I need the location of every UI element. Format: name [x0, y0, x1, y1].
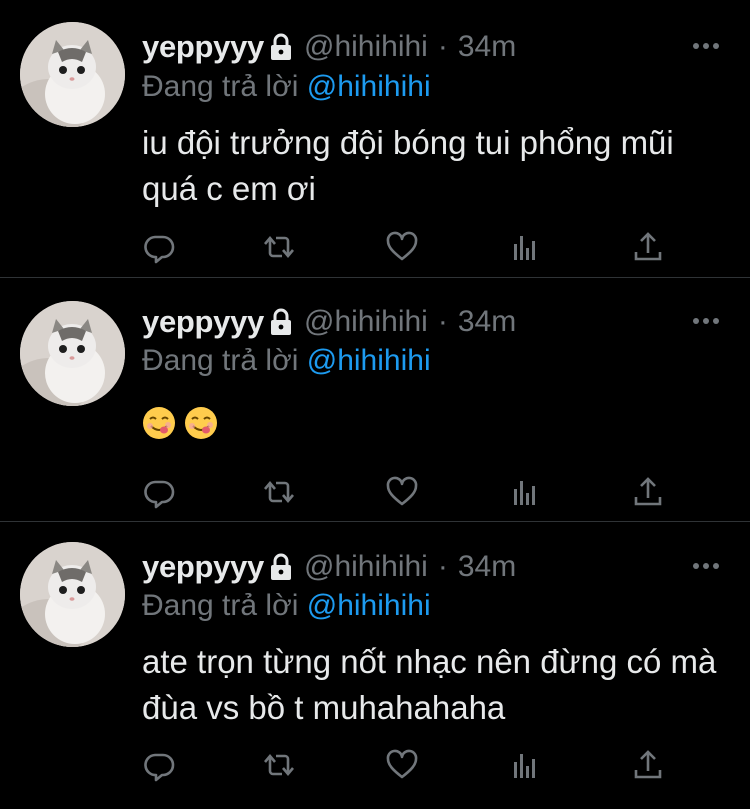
separator: ·: [437, 550, 448, 583]
username[interactable]: @hihihihi: [304, 550, 428, 584]
replying-to-handle[interactable]: @hihihihi: [307, 70, 431, 103]
avatar[interactable]: [20, 22, 125, 127]
separator: ·: [437, 305, 448, 338]
replying-to: Đang trả lời @hihihihi: [142, 344, 431, 378]
lock-icon: [270, 33, 291, 60]
reply-button[interactable]: [142, 748, 176, 782]
timestamp[interactable]: 34m: [458, 305, 516, 339]
share-icon: [634, 232, 662, 261]
analytics-icon: [514, 236, 535, 260]
replying-to-label: Đang trả lời: [142, 70, 299, 103]
lock-icon: [270, 308, 291, 335]
replying-to-handle[interactable]: @hihihihi: [307, 344, 431, 377]
retweet-icon: [264, 480, 294, 504]
avatar[interactable]: [20, 301, 125, 406]
share-icon: [634, 750, 662, 779]
heart-icon: [386, 476, 418, 506]
retweet-icon: [264, 235, 294, 259]
replying-to: Đang trả lời @hihihihi: [142, 589, 431, 623]
timestamp[interactable]: 34m: [458, 550, 516, 584]
username[interactable]: @hihihihi: [304, 305, 428, 339]
retweet-button[interactable]: [262, 230, 296, 264]
views-button[interactable]: [508, 748, 542, 782]
analytics-icon: [514, 481, 535, 505]
retweet-icon: [264, 753, 294, 777]
like-button[interactable]: [385, 230, 419, 264]
action-bar: [142, 748, 662, 782]
display-name[interactable]: yeppyyy: [142, 29, 264, 65]
views-button[interactable]: [508, 475, 542, 509]
replying-to-label: Đang trả lời: [142, 344, 299, 377]
tweet[interactable]: yeppyyy @hihihihi · 34m Đang trả lời @hi…: [0, 278, 750, 522]
retweet-button[interactable]: [262, 475, 296, 509]
tweet[interactable]: yeppyyy @hihihihi · 34m Đang trả lời @hi…: [0, 0, 750, 278]
yum-face-emoji: [185, 407, 217, 439]
action-bar: [142, 475, 662, 509]
tweet-text: ate trọn từng nốt nhạc nên đừng có mà đù…: [142, 643, 717, 726]
more-horizontal-icon[interactable]: [692, 562, 720, 570]
tweet-header: yeppyyy @hihihihi · 34m: [142, 302, 516, 342]
heart-icon: [386, 749, 418, 779]
reply-icon: [144, 753, 175, 782]
tweet-text: iu đội trưởng đội bóng tui phổng mũi quá…: [142, 124, 674, 207]
lock-icon: [270, 553, 291, 580]
like-button[interactable]: [385, 748, 419, 782]
reply-icon: [144, 235, 175, 264]
separator: ·: [437, 30, 448, 63]
retweet-button[interactable]: [262, 748, 296, 782]
replying-to-label: Đang trả lời: [142, 589, 299, 622]
display-name[interactable]: yeppyyy: [142, 549, 264, 585]
tweet-header: yeppyyy @hihihihi · 34m: [142, 547, 516, 587]
heart-icon: [386, 231, 418, 261]
yum-face-emoji: [143, 407, 175, 439]
action-bar: [142, 230, 662, 264]
analytics-icon: [514, 754, 535, 778]
share-button[interactable]: [631, 230, 665, 264]
replying-to-handle[interactable]: @hihihihi: [307, 589, 431, 622]
reply-button[interactable]: [142, 230, 176, 264]
like-button[interactable]: [385, 475, 419, 509]
username[interactable]: @hihihihi: [304, 30, 428, 64]
share-button[interactable]: [631, 475, 665, 509]
more-horizontal-icon[interactable]: [692, 42, 720, 50]
avatar[interactable]: [20, 542, 125, 647]
more-horizontal-icon[interactable]: [692, 317, 720, 325]
views-button[interactable]: [508, 230, 542, 264]
tweet[interactable]: yeppyyy @hihihihi · 34m Đang trả lời @hi…: [0, 522, 750, 809]
timestamp[interactable]: 34m: [458, 30, 516, 64]
share-icon: [634, 477, 662, 506]
tweet-header: yeppyyy @hihihihi · 34m: [142, 27, 516, 67]
display-name[interactable]: yeppyyy: [142, 304, 264, 340]
replying-to: Đang trả lời @hihihihi: [142, 70, 431, 104]
tweet-emojis: [142, 406, 218, 440]
reply-icon: [144, 480, 175, 509]
reply-button[interactable]: [142, 475, 176, 509]
share-button[interactable]: [631, 748, 665, 782]
